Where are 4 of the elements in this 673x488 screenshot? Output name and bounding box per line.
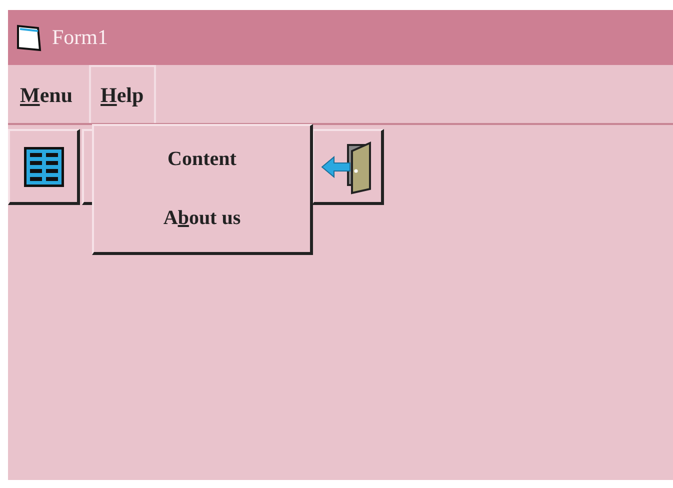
- menu-option[interactable]: About us: [153, 203, 251, 234]
- menu-item[interactable]: Menu: [8, 65, 85, 123]
- menu-option[interactable]: Content: [158, 144, 246, 175]
- window-title: Form1: [52, 25, 108, 50]
